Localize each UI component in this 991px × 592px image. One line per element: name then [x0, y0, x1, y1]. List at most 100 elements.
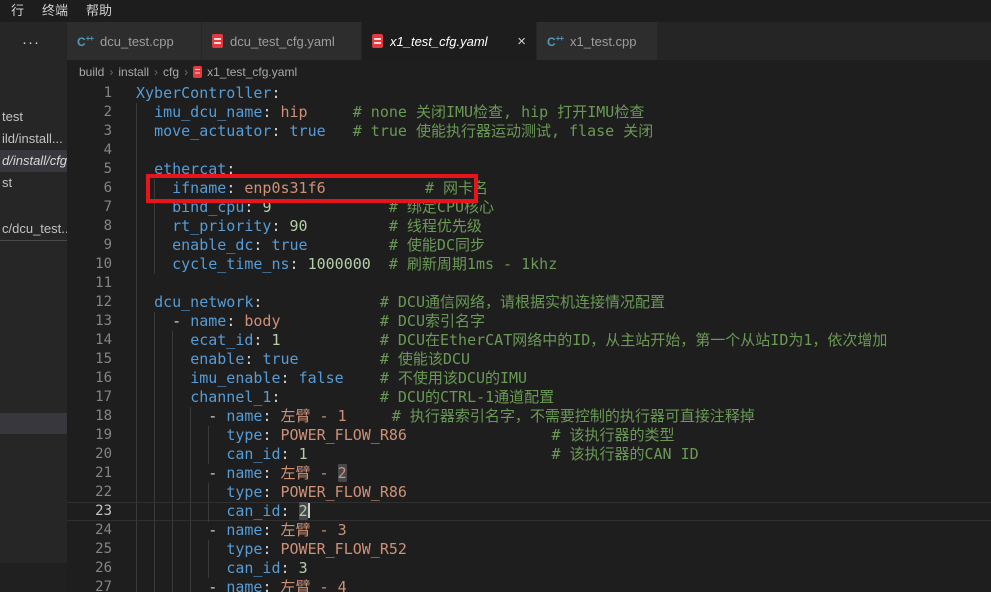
code-line[interactable]: 9 enable_dc: true # 使能DC同步: [67, 236, 991, 255]
code-line[interactable]: 5 ethercat:: [67, 160, 991, 179]
comment-token: # 该执行器的CAN ID: [551, 445, 698, 463]
code-token: 1: [271, 331, 280, 349]
code-line[interactable]: 20 can_id: 1 # 该执行器的CAN ID: [67, 445, 991, 464]
code-line[interactable]: 11: [67, 274, 991, 293]
code-token: enable_dc: [172, 236, 253, 254]
code-token: [281, 331, 380, 349]
code-token: :: [253, 331, 271, 349]
code-line[interactable]: 2 imu_dcu_name: hip # none 关闭IMU检查, hip …: [67, 103, 991, 122]
line-number: 1: [67, 84, 112, 103]
code-token: 左臂 -: [281, 464, 338, 482]
code-token: [407, 426, 552, 444]
tab-x1_test_cfg.yaml[interactable]: x1_test_cfg.yaml×: [362, 22, 537, 60]
code-token: name: [226, 521, 262, 539]
sidebar-item[interactable]: d/install/cfg: [0, 150, 67, 172]
code-token: :: [281, 369, 299, 387]
breadcrumb-segment[interactable]: install: [118, 65, 149, 79]
code-token: :: [262, 521, 280, 539]
code-line[interactable]: 8 rt_priority: 90 # 线程优先级: [67, 217, 991, 236]
tab-dcu_test_cfg.yaml[interactable]: dcu_test_cfg.yaml: [202, 22, 362, 60]
code-line[interactable]: 15 enable: true # 使能该DCU: [67, 350, 991, 369]
sidebar-item[interactable]: ild/install...: [0, 128, 67, 150]
code-token: [271, 198, 388, 216]
code-token: name: [190, 312, 226, 330]
breadcrumb-segment[interactable]: build: [79, 65, 104, 79]
code-text: bind_cpu: 9 # 绑定CPU核心: [136, 198, 494, 217]
tab-x1_test.cpp[interactable]: C++x1_test.cpp: [537, 22, 658, 60]
code-line[interactable]: 25 type: POWER_FLOW_R52: [67, 540, 991, 559]
code-text: can_id: 1 # 该执行器的CAN ID: [136, 445, 699, 464]
code-token: [308, 236, 389, 254]
menu-item[interactable]: 帮助: [77, 0, 121, 22]
code-line[interactable]: 23 can_id: 2: [67, 502, 991, 521]
code-text: - name: 左臂 - 2: [136, 464, 347, 483]
sidebar-item[interactable]: st: [0, 172, 67, 194]
code-token: can_id: [226, 502, 280, 520]
line-number: 16: [67, 369, 112, 388]
code-token: POWER_FLOW_R52: [281, 540, 407, 558]
code-line[interactable]: 21 - name: 左臂 - 2: [67, 464, 991, 483]
code-line[interactable]: 26 can_id: 3: [67, 559, 991, 578]
code-token: [136, 369, 190, 387]
code-line[interactable]: 18 - name: 左臂 - 1 # 执行器索引名字，不需要控制的执行器可直接…: [67, 407, 991, 426]
comment-token: # DCU索引名字: [380, 312, 485, 330]
code-line[interactable]: 3 move_actuator: true # true 使能执行器运动测试, …: [67, 122, 991, 141]
code-text: type: POWER_FLOW_R86 # 该执行器的类型: [136, 426, 675, 445]
line-number: 24: [67, 521, 112, 540]
code-text: rt_priority: 90 # 线程优先级: [136, 217, 482, 236]
tab-dcu_test.cpp[interactable]: C++dcu_test.cpp: [67, 22, 202, 60]
code-token: [136, 293, 154, 311]
code-line[interactable]: 24 - name: 左臂 - 3: [67, 521, 991, 540]
menu-item[interactable]: 终端: [33, 0, 77, 22]
breadcrumb-segment[interactable]: cfg: [163, 65, 179, 79]
code-token: 1: [299, 445, 308, 463]
code-text: XyberController:: [136, 84, 281, 103]
code-token: [308, 103, 353, 121]
code-line[interactable]: 19 type: POWER_FLOW_R86 # 该执行器的类型: [67, 426, 991, 445]
code-editor[interactable]: 1 XyberController:2 imu_dcu_name: hip # n…: [67, 84, 991, 592]
code-line[interactable]: 4: [67, 141, 991, 160]
comment-token: # 不使用该DCU的IMU: [380, 369, 527, 387]
code-token: POWER_FLOW_R86: [281, 426, 407, 444]
code-token: [308, 445, 552, 463]
code-token: [136, 540, 226, 558]
sidebar-selected-row[interactable]: [0, 413, 67, 434]
line-number: 20: [67, 445, 112, 464]
code-token: -: [208, 521, 226, 539]
code-token: :: [244, 198, 262, 216]
code-line[interactable]: 22 type: POWER_FLOW_R86: [67, 483, 991, 502]
line-number: 22: [67, 483, 112, 502]
code-line[interactable]: 13 - name: body # DCU索引名字: [67, 312, 991, 331]
code-token: :: [226, 312, 244, 330]
code-token: [136, 236, 172, 254]
code-text: cycle_time_ns: 1000000 # 刷新周期1ms - 1khz: [136, 255, 557, 274]
code-line[interactable]: 27 - name: 左臂 - 4: [67, 578, 991, 592]
more-actions-button[interactable]: ···: [22, 34, 40, 51]
code-line[interactable]: 6 ifname: enp0s31f6 # 网卡名: [67, 179, 991, 198]
code-token: :: [281, 445, 299, 463]
sidebar-item[interactable]: test: [0, 106, 67, 128]
sidebar-item[interactable]: c/dcu_test...: [0, 218, 67, 240]
code-text: enable: true # 使能该DCU: [136, 350, 470, 369]
cpp-file-icon: C++: [77, 35, 93, 48]
code-token: :: [244, 350, 262, 368]
code-token: true: [262, 350, 298, 368]
menu-item[interactable]: 行: [2, 0, 33, 22]
code-line[interactable]: 14 ecat_id: 1 # DCU在EtherCAT网络中的ID，从主站开始…: [67, 331, 991, 350]
close-icon[interactable]: ×: [509, 33, 526, 50]
code-line[interactable]: 12 dcu_network: # DCU通信网络，请根据实机连接情况配置: [67, 293, 991, 312]
code-token: [136, 179, 172, 197]
menu-bar: 行终端帮助: [0, 0, 991, 22]
code-line[interactable]: 1 XyberController:: [67, 84, 991, 103]
sidebar: ··· testild/install...d/install/cfgst c/d…: [0, 22, 67, 592]
code-token: :: [271, 84, 280, 102]
code-line[interactable]: 10 cycle_time_ns: 1000000 # 刷新周期1ms - 1k…: [67, 255, 991, 274]
code-token: rt_priority: [172, 217, 271, 235]
code-token: [371, 255, 389, 273]
code-line[interactable]: 7 bind_cpu: 9 # 绑定CPU核心: [67, 198, 991, 217]
code-line[interactable]: 17 channel_1: # DCU的CTRL-1通道配置: [67, 388, 991, 407]
line-number: 10: [67, 255, 112, 274]
sidebar-footer: [0, 563, 67, 592]
breadcrumb-file[interactable]: x1_test_cfg.yaml: [193, 65, 297, 79]
code-line[interactable]: 16 imu_enable: false # 不使用该DCU的IMU: [67, 369, 991, 388]
